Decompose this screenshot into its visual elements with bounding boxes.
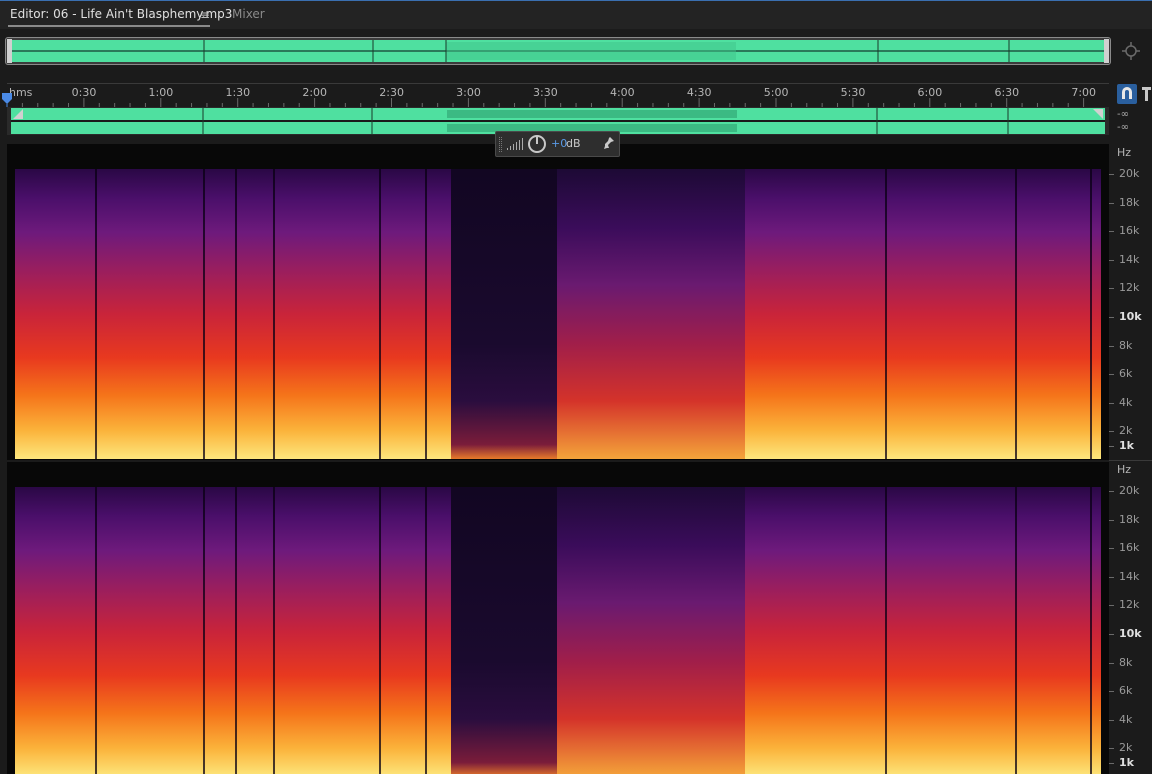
hud-pin-icon[interactable] xyxy=(603,136,615,150)
volume-knob-icon[interactable] xyxy=(528,135,546,153)
audition-editor: Editor: 06 - Life Ain't Blasphemy.mp3 ≡ … xyxy=(0,0,1152,774)
hz-tick xyxy=(1109,548,1114,550)
hz-label: 10k xyxy=(1119,310,1142,323)
ruler-time-label: 4:00 xyxy=(609,86,635,99)
hz-label: 18k xyxy=(1119,195,1140,209)
hz-label: 20k xyxy=(1119,167,1140,180)
hz-label: 14k xyxy=(1119,569,1140,583)
hud-drag-handle[interactable] xyxy=(499,137,502,152)
hz-tick xyxy=(1109,288,1114,290)
tab-bar: Editor: 06 - Life Ain't Blasphemy.mp3 ≡ … xyxy=(0,1,1152,29)
hz-label: 20k xyxy=(1119,484,1140,497)
hz-label: 4k xyxy=(1119,712,1133,726)
frequency-scale-left[interactable]: Hz 20k 18k 16k 14k 12k 10k 8k 6k 4k 2k 1k xyxy=(1109,144,1152,460)
hz-label: 1k xyxy=(1119,439,1134,452)
pin-icon[interactable] xyxy=(1141,85,1152,103)
active-tab-indicator xyxy=(8,25,210,27)
hz-label: 18k xyxy=(1119,512,1140,526)
hz-tick xyxy=(1109,691,1114,693)
hz-tick xyxy=(1109,374,1114,376)
hz-label: 2k xyxy=(1119,424,1133,438)
hz-tick xyxy=(1109,345,1114,347)
tab-mixer[interactable]: Mixer xyxy=(232,7,265,21)
overview-navigator[interactable] xyxy=(5,37,1111,65)
hz-label: 16k xyxy=(1119,224,1140,238)
hz-tick xyxy=(1109,317,1114,318)
ruler-time-label: 6:30 xyxy=(994,86,1020,99)
hud-gain-value[interactable]: +0 xyxy=(551,137,567,150)
hz-tick xyxy=(1109,231,1114,233)
ruler-time-label: 3:30 xyxy=(533,86,558,99)
channel-left[interactable] xyxy=(7,144,1109,460)
hz-tick xyxy=(1109,719,1114,721)
tab-menu-icon[interactable]: ≡ xyxy=(200,8,210,22)
level-bottom-label: -∞ xyxy=(1117,122,1129,133)
hz-label: 6k xyxy=(1119,684,1133,698)
hz-label: 12k xyxy=(1119,598,1140,612)
time-ruler[interactable]: hms 0:30 1:00 1:30 2:00 2:30 3:00 3:30 4:00 4:30… xyxy=(7,83,1109,108)
playhead-marker-icon[interactable] xyxy=(2,93,12,107)
hz-tick xyxy=(1109,174,1114,175)
ruler-time-label: 1:00 xyxy=(148,86,174,99)
hz-label: 16k xyxy=(1119,541,1140,555)
ruler-time-label: 6:00 xyxy=(917,86,943,99)
ruler-unit-label: hms xyxy=(9,86,33,99)
ruler-time-label: 4:30 xyxy=(686,86,712,99)
hz-unit-label: Hz xyxy=(1117,463,1132,476)
spectrogram-right xyxy=(15,487,1101,774)
ruler-time-label: 3:00 xyxy=(456,86,481,99)
hz-tick xyxy=(1109,431,1114,433)
hz-tick xyxy=(1109,446,1114,447)
ruler-time-label: 5:00 xyxy=(763,86,789,99)
hz-tick xyxy=(1109,662,1114,664)
magnet-snap-icon[interactable] xyxy=(1117,84,1137,104)
hz-tick xyxy=(1109,634,1114,635)
ruler-time-label: 5:30 xyxy=(840,86,866,99)
ruler-time-label: 2:00 xyxy=(302,86,328,99)
hz-tick xyxy=(1109,402,1114,404)
channel-right[interactable] xyxy=(7,460,1109,774)
frequency-scale-right[interactable]: Hz 20k 18k 16k 14k 12k 10k 8k 6k 4k 2k 1k xyxy=(1109,460,1152,774)
hz-tick xyxy=(1109,259,1114,261)
level-meter-icon xyxy=(507,138,523,150)
spectral-display[interactable] xyxy=(7,144,1109,774)
ruler-time-label: 0:30 xyxy=(71,86,97,99)
ruler-time-label: 7:00 xyxy=(1071,86,1097,99)
level-top-label: -∞ xyxy=(1117,109,1129,120)
hud-gain-unit: dB xyxy=(566,137,581,150)
hz-label: 8k xyxy=(1119,338,1133,352)
hz-tick xyxy=(1109,748,1114,750)
hz-label: 6k xyxy=(1119,367,1133,381)
spectrogram-left xyxy=(15,169,1101,459)
hz-tick xyxy=(1109,605,1114,607)
overview-waveform xyxy=(7,39,1109,63)
hz-tick xyxy=(1109,519,1114,521)
ruler-time-label: 2:30 xyxy=(379,86,404,99)
hz-label: 12k xyxy=(1119,281,1140,295)
hz-unit-label: Hz xyxy=(1117,146,1132,159)
hz-tick xyxy=(1109,763,1114,764)
amplitude-hud[interactable]: +0 dB xyxy=(495,131,620,157)
hz-label: 1k xyxy=(1119,756,1134,769)
hz-label: 10k xyxy=(1119,627,1142,640)
hz-label: 2k xyxy=(1119,741,1133,755)
hz-label: 14k xyxy=(1119,252,1140,266)
hz-tick xyxy=(1109,576,1114,578)
zoom-navigator-icon[interactable] xyxy=(1121,41,1141,61)
hz-label: 8k xyxy=(1119,655,1133,669)
hz-tick xyxy=(1109,491,1114,492)
hz-tick xyxy=(1109,202,1114,204)
ruler-time-label: 1:30 xyxy=(225,86,251,99)
hz-label: 4k xyxy=(1119,395,1133,409)
